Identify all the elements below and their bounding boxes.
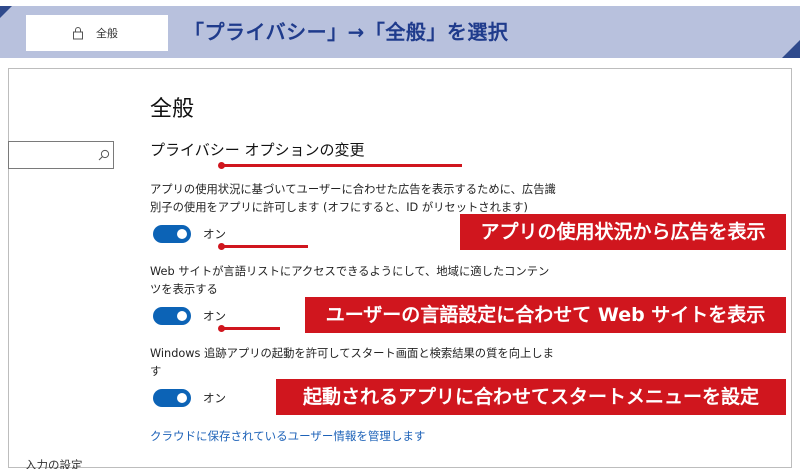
toggle-language[interactable] [153, 307, 191, 325]
option-description-ads: アプリの使用状況に基づいてユーザーに合わせた広告を表示するために、広告識別子の使… [150, 183, 556, 214]
option-description-tracking: Windows 追跡アプリの起動を許可してスタート画面と検索結果の質を向上します [150, 347, 554, 378]
callout-language: ユーザーの言語設定に合わせて Web サイトを表示 [305, 297, 786, 333]
callout-line-2 [222, 245, 308, 248]
option-description-language: Web サイトが言語リストにアクセスできるようにして、地域に適したコンテンツを表… [150, 265, 550, 296]
sidebar-item-input-settings[interactable]: 入力の設定 [25, 457, 83, 469]
page-title: 全般 [150, 97, 195, 122]
callout-line-1 [222, 164, 462, 167]
toggle-state-ads: オン [203, 227, 226, 241]
toggle-state-language: オン [203, 309, 226, 323]
callout-start-menu: 起動されるアプリに合わせてスタートメニューを設定 [276, 379, 786, 415]
search-icon[interactable] [97, 148, 111, 162]
top-banner: 全般 「プライバシー」→「全般」を選択 [0, 0, 800, 60]
nav-item-general[interactable]: 全般 [26, 15, 168, 51]
search-input[interactable] [8, 141, 114, 169]
toggle-state-tracking: オン [203, 391, 226, 405]
banner-corner-left [0, 6, 12, 18]
nav-item-label: 全般 [96, 27, 118, 40]
toggle-ads[interactable] [153, 225, 191, 243]
section-title: プライバシー オプションの変更 [150, 141, 365, 159]
banner-corner-right [782, 40, 800, 58]
toggle-tracking[interactable] [153, 389, 191, 407]
callout-ads: アプリの使用状況から広告を表示 [460, 214, 786, 250]
manage-cloud-info-link[interactable]: クラウドに保存されているユーザー情報を管理します [150, 428, 425, 444]
callout-line-3 [222, 327, 280, 330]
banner-title: 「プライバシー」→「全般」を選択 [184, 20, 509, 44]
lock-icon [73, 27, 83, 40]
